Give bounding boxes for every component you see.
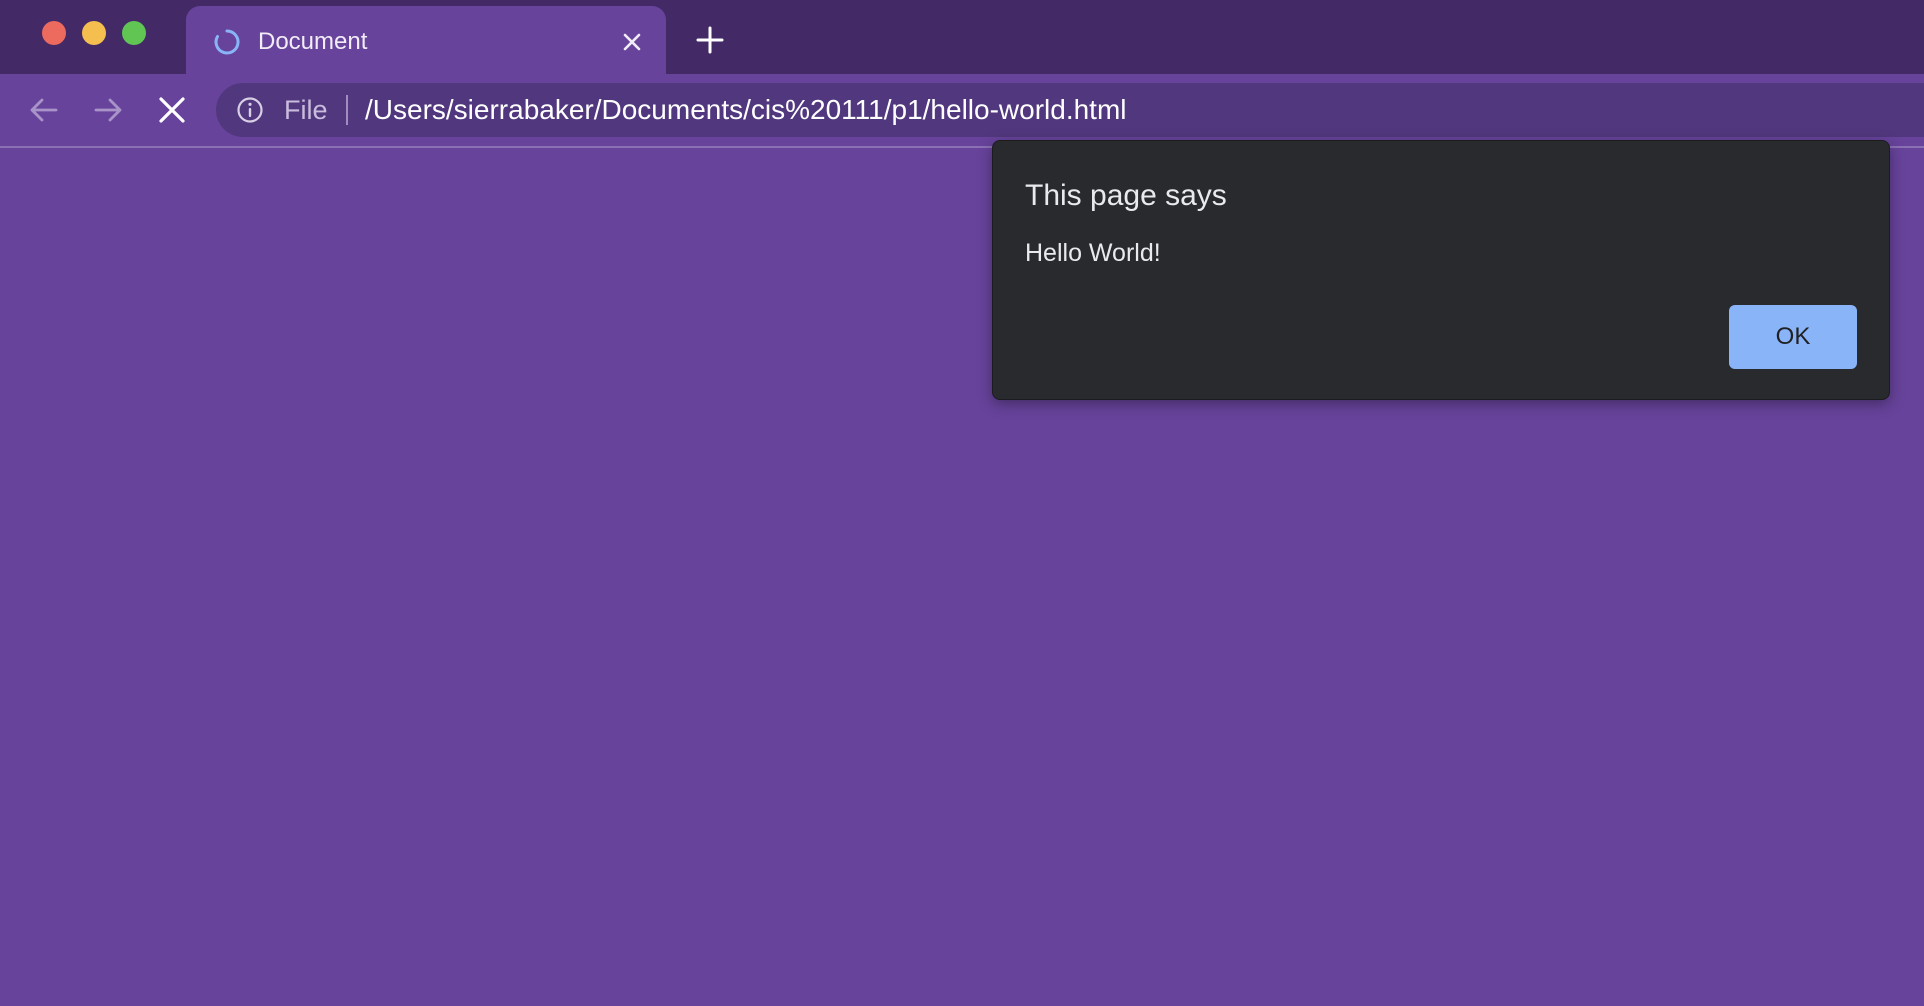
tab-strip: Document xyxy=(0,0,1924,74)
url-scheme-label: File xyxy=(284,95,328,125)
tab-document[interactable]: Document xyxy=(186,6,666,74)
window-close-button[interactable] xyxy=(42,21,66,45)
window-maximize-button[interactable] xyxy=(122,21,146,45)
window-minimize-button[interactable] xyxy=(82,21,106,45)
loading-spinner-icon xyxy=(213,28,241,56)
stop-x-icon[interactable] xyxy=(154,92,190,128)
close-x-icon[interactable] xyxy=(618,28,646,56)
arrow-right-icon[interactable] xyxy=(90,92,126,128)
info-circle-icon[interactable] xyxy=(236,96,264,124)
plus-icon[interactable] xyxy=(694,24,726,56)
address-bar[interactable]: File /Users/sierrabaker/Documents/cis%20… xyxy=(216,83,1924,137)
ok-button[interactable]: OK xyxy=(1729,305,1857,369)
toolbar: File /Users/sierrabaker/Documents/cis%20… xyxy=(0,74,1924,148)
browser-window: Document File /Users/sierrabaker/Documen… xyxy=(0,0,1924,1006)
tab-title: Document xyxy=(258,28,368,55)
arrow-left-icon[interactable] xyxy=(26,92,62,128)
dialog-title: This page says xyxy=(1025,179,1227,212)
url-text[interactable]: /Users/sierrabaker/Documents/cis%20111/p… xyxy=(365,95,1127,125)
address-divider xyxy=(346,95,348,125)
dialog-message: Hello World! xyxy=(1025,239,1161,267)
alert-dialog: This page says Hello World! OK xyxy=(992,140,1890,400)
